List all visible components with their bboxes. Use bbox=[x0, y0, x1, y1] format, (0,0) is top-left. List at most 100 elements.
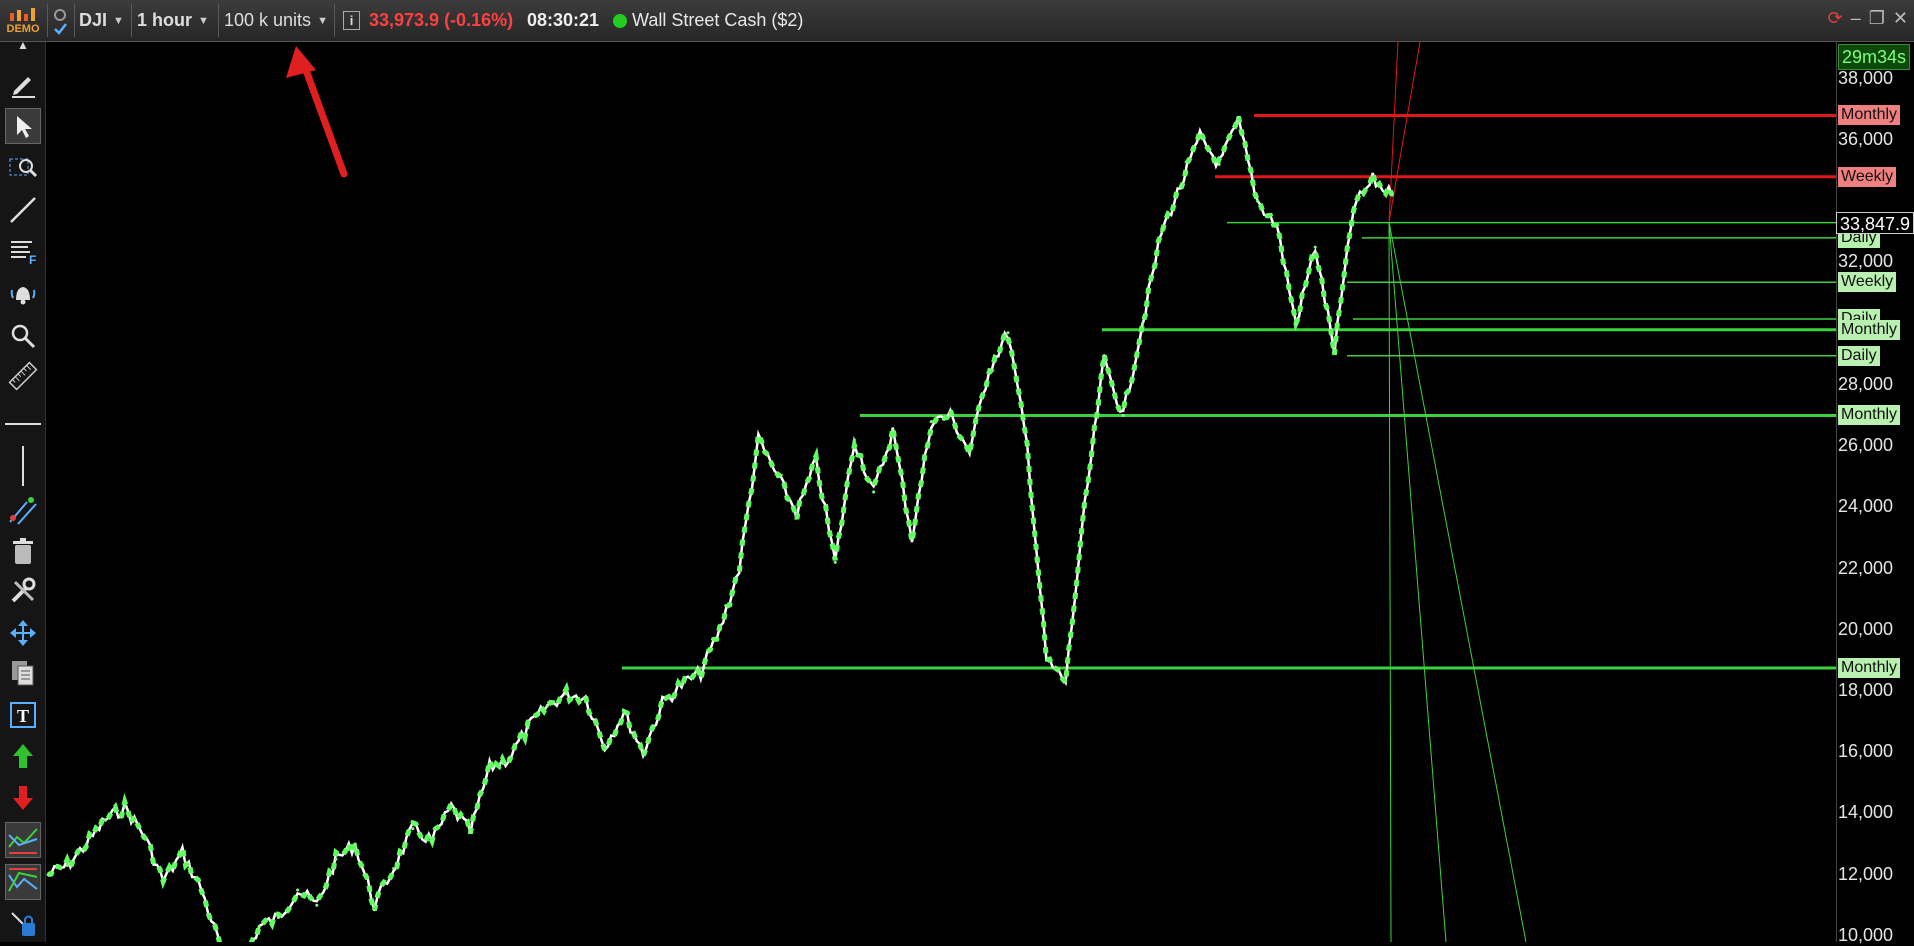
annotation-arrow bbox=[286, 46, 348, 178]
price-point bbox=[1102, 358, 1106, 362]
link-icon[interactable] bbox=[52, 0, 70, 41]
cursor-icon[interactable] bbox=[5, 108, 41, 144]
price-point bbox=[814, 459, 818, 463]
close-icon[interactable]: ✕ bbox=[1893, 8, 1908, 29]
price-point bbox=[776, 475, 780, 479]
price-point bbox=[545, 704, 549, 708]
restore-icon[interactable]: ❐ bbox=[1869, 8, 1885, 29]
price-point bbox=[948, 414, 952, 417]
price-series bbox=[46, 115, 1395, 942]
price-point bbox=[1064, 680, 1068, 684]
price-point bbox=[1236, 120, 1240, 124]
trendline-icon[interactable] bbox=[5, 192, 41, 228]
axis-tick-label: 10,000 bbox=[1838, 924, 1894, 945]
axis-tick-label: 12,000 bbox=[1838, 863, 1894, 884]
price-point bbox=[737, 567, 741, 570]
demo-badge: DEMO bbox=[6, 22, 40, 35]
axis-tick-label: 20,000 bbox=[1838, 618, 1894, 639]
price-point bbox=[1025, 444, 1029, 448]
drawing-tools-sidebar: ▲ F T bbox=[0, 38, 46, 942]
units-selector[interactable]: 100 k units ▼ bbox=[224, 0, 328, 41]
price-up-candles bbox=[47, 115, 1395, 942]
chevron-down-icon: ▼ bbox=[198, 14, 209, 27]
price-point bbox=[1275, 224, 1279, 228]
horizontal-line-icon[interactable] bbox=[5, 406, 41, 442]
connection-status-icon bbox=[613, 0, 627, 41]
price-chart[interactable] bbox=[46, 42, 1836, 942]
sell-arrow-icon[interactable] bbox=[5, 780, 41, 816]
price-point bbox=[1332, 349, 1336, 353]
price-point bbox=[622, 710, 626, 714]
level-label: Daily bbox=[1838, 345, 1880, 366]
axis-tick-label: 18,000 bbox=[1838, 679, 1894, 700]
fibonacci-icon[interactable]: F bbox=[5, 233, 41, 269]
price-point bbox=[1256, 199, 1260, 203]
price-down-candles bbox=[47, 115, 1395, 942]
info-icon[interactable]: i bbox=[343, 0, 360, 41]
price-point bbox=[660, 701, 664, 705]
refresh-icon[interactable]: ⟳ bbox=[1828, 8, 1843, 29]
window-controls: ⟳ – ❐ ✕ bbox=[1828, 8, 1908, 29]
level-label: Monthly bbox=[1838, 105, 1901, 126]
trash-icon[interactable] bbox=[5, 533, 41, 569]
level-label: Weekly bbox=[1838, 272, 1897, 293]
level-label: Weekly bbox=[1838, 166, 1897, 187]
price-point bbox=[1371, 178, 1375, 182]
price-point bbox=[699, 671, 703, 675]
price-point bbox=[507, 756, 511, 760]
price-point bbox=[353, 842, 357, 846]
price-point bbox=[1044, 658, 1048, 662]
text-icon[interactable]: T bbox=[5, 697, 41, 733]
zoom-box-icon[interactable] bbox=[5, 149, 41, 185]
axis-tick-label: 26,000 bbox=[1838, 435, 1894, 456]
axis-tick-label: 16,000 bbox=[1838, 741, 1894, 762]
price-point bbox=[1179, 184, 1183, 188]
axis-tick-label: 38,000 bbox=[1838, 67, 1894, 88]
symbol-selector[interactable]: DJI ▼ bbox=[79, 0, 124, 41]
alert-bell-icon[interactable] bbox=[5, 276, 41, 312]
chevron-down-icon: ▼ bbox=[317, 14, 328, 27]
timeframe-selector[interactable]: 1 hour ▼ bbox=[137, 0, 209, 41]
price-point bbox=[968, 450, 972, 454]
copy-icon[interactable] bbox=[5, 655, 41, 691]
magnifier-icon[interactable] bbox=[5, 318, 41, 354]
axis-tick-label: 36,000 bbox=[1838, 128, 1894, 149]
pencil-icon[interactable] bbox=[5, 67, 41, 103]
minimize-icon[interactable]: – bbox=[1851, 8, 1861, 29]
svg-text:T: T bbox=[17, 706, 29, 726]
buy-arrow-icon[interactable] bbox=[5, 738, 41, 774]
price-point bbox=[1390, 193, 1394, 197]
price-point bbox=[1198, 135, 1202, 139]
symbol-label: DJI bbox=[79, 10, 108, 30]
price-point bbox=[987, 368, 991, 372]
price-point bbox=[1006, 331, 1010, 335]
price-point bbox=[1352, 205, 1356, 209]
vertical-line-icon[interactable] bbox=[5, 445, 41, 487]
price-point bbox=[334, 857, 338, 861]
current-price-tag: 33,847.9 bbox=[1836, 212, 1914, 234]
ruler-icon[interactable] bbox=[5, 358, 41, 394]
price-point bbox=[641, 750, 645, 754]
price-point bbox=[1140, 322, 1144, 326]
price-point bbox=[756, 438, 760, 442]
price-point bbox=[929, 420, 933, 424]
price-point bbox=[584, 695, 588, 699]
scroll-up-icon[interactable]: ▲ bbox=[5, 36, 41, 54]
indicator-icon[interactable] bbox=[5, 822, 41, 858]
tools-icon[interactable] bbox=[5, 573, 41, 609]
price-point bbox=[1083, 505, 1087, 509]
level-label: Monthly bbox=[1838, 405, 1901, 426]
axis-tick-label: 32,000 bbox=[1838, 251, 1894, 272]
indicator-2-icon[interactable] bbox=[5, 864, 41, 900]
price-point bbox=[257, 925, 261, 929]
price-point bbox=[46, 873, 50, 877]
price-point bbox=[1121, 414, 1125, 417]
price-point bbox=[1313, 245, 1317, 249]
price-point bbox=[1294, 322, 1298, 326]
price-point bbox=[564, 692, 568, 696]
instrument-name: Wall Street Cash ($2) bbox=[632, 10, 804, 30]
move-icon[interactable] bbox=[5, 615, 41, 651]
price-point bbox=[795, 511, 799, 515]
lock-icon[interactable] bbox=[5, 906, 41, 942]
parallel-channel-icon[interactable] bbox=[5, 492, 41, 528]
